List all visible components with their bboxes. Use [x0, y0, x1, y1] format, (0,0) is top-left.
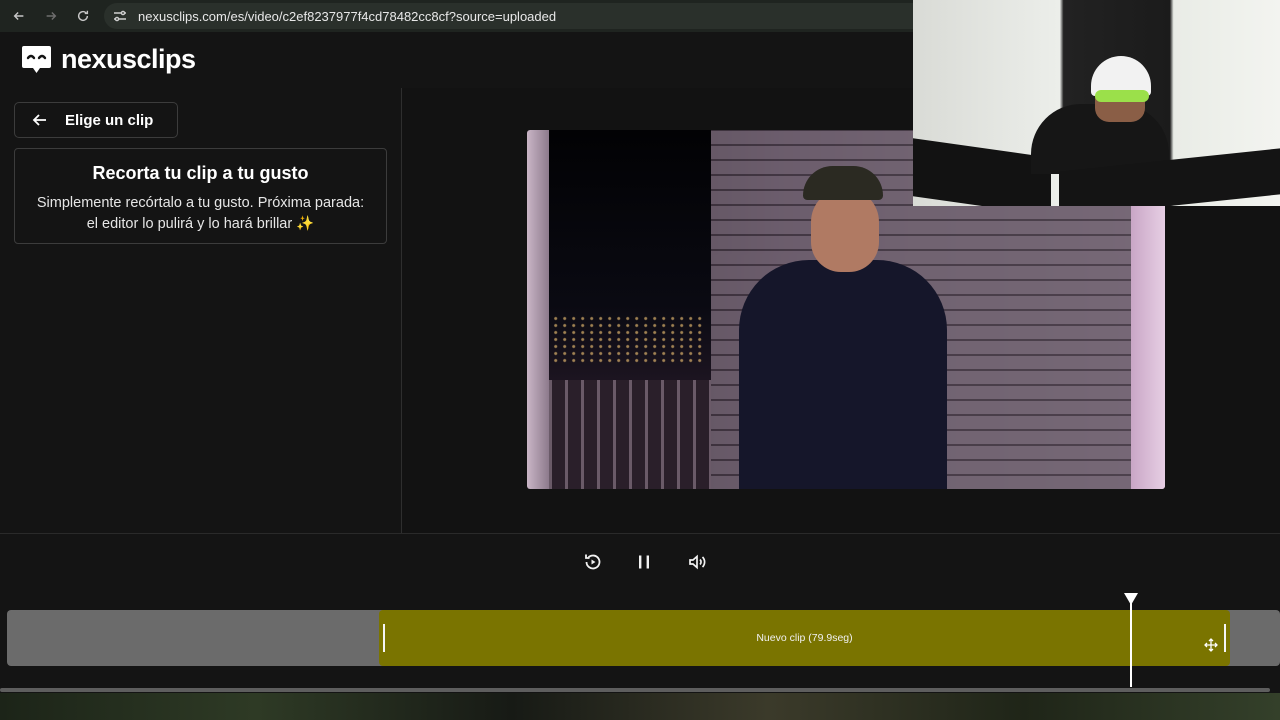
playhead-line[interactable] — [1130, 599, 1132, 687]
clip-start-handle[interactable] — [383, 624, 385, 652]
volume-icon — [689, 554, 706, 570]
background-video-strip — [0, 693, 1280, 720]
video-person-cap — [803, 166, 883, 200]
pause-icon — [639, 555, 649, 569]
video-railing — [549, 380, 711, 489]
back-arrow-icon[interactable] — [8, 5, 30, 27]
move-cursor-icon — [1204, 638, 1218, 652]
clip-label: Nuevo clip (79.9seg) — [756, 632, 853, 644]
url-text[interactable]: nexusclips.com/es/video/c2ef8237977f4cd7… — [138, 9, 556, 24]
back-to-clips-label: Elige un clip — [65, 111, 154, 129]
volume-button[interactable] — [685, 550, 709, 574]
video-frame-left — [527, 130, 549, 489]
webcam-cap-brim — [1095, 90, 1149, 102]
clip-end-handle[interactable] — [1224, 624, 1226, 652]
forward-arrow-icon[interactable] — [40, 5, 62, 27]
video-person-head — [811, 188, 879, 272]
video-city-lights — [553, 315, 703, 365]
pause-button[interactable] — [632, 550, 656, 574]
trim-info-card: Recorta tu clip a tu gusto Simplemente r… — [14, 148, 387, 244]
site-settings-icon[interactable] — [112, 8, 128, 24]
playback-controls — [0, 533, 1280, 593]
timeline: Nuevo clip (79.9seg) — [0, 593, 1280, 693]
replay-icon — [585, 554, 601, 570]
address-bar[interactable]: nexusclips.com/es/video/c2ef8237977f4cd7… — [104, 3, 1004, 29]
replay-button[interactable] — [581, 550, 605, 574]
reload-icon[interactable] — [72, 5, 94, 27]
video-person-body — [739, 260, 947, 489]
card-text: Simplemente recórtalo a tu gusto. Próxim… — [36, 195, 365, 232]
logo[interactable]: nexusclips — [20, 44, 196, 75]
arrow-left-icon — [32, 114, 46, 126]
brand-name: nexusclips — [61, 44, 196, 74]
logo-icon — [22, 45, 51, 73]
webcam-overlay — [913, 0, 1280, 206]
back-to-clips-button[interactable]: Elige un clip — [14, 102, 178, 138]
left-panel: Elige un clip Recorta tu clip a tu gusto… — [0, 88, 402, 533]
clip-segment[interactable]: Nuevo clip (79.9seg) — [379, 610, 1230, 666]
card-title: Recorta tu clip a tu gusto — [92, 163, 309, 183]
timeline-scrollbar[interactable] — [0, 688, 1270, 692]
